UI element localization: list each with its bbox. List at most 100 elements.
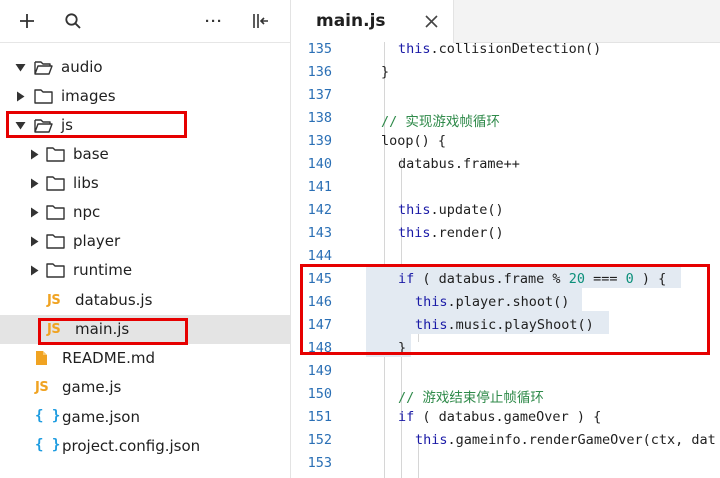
folder-icon — [46, 176, 65, 191]
line-number: 149 — [307, 363, 332, 379]
chevron-right-icon — [31, 207, 39, 218]
tree-item-label: runtime — [73, 261, 133, 279]
tree-item-label: README.md — [62, 349, 156, 367]
chevron-down-icon — [15, 64, 26, 72]
tree-file-databus-js[interactable]: JS databus.js — [0, 286, 290, 315]
folder-icon — [34, 89, 53, 104]
tree-folder-libs[interactable]: libs — [0, 169, 290, 198]
line-code: if ( databus.gameOver ) { — [398, 409, 601, 425]
tree-folder-images[interactable]: images — [0, 82, 290, 111]
keyword-token: this — [398, 225, 431, 241]
annotation-box-main-js — [38, 318, 188, 345]
code-line: 149 — [291, 361, 720, 384]
line-number: 140 — [307, 156, 332, 172]
tree-item-label: databus.js — [75, 291, 153, 309]
tree-item-label: base — [73, 145, 109, 163]
tab-main-js[interactable]: main.js — [291, 0, 454, 43]
line-number: 144 — [307, 248, 332, 264]
folder-icon — [46, 147, 65, 162]
js-file-icon: JS — [47, 293, 61, 308]
code-line: 136 } — [291, 62, 720, 85]
search-icon[interactable] — [60, 8, 86, 34]
tab-title: main.js — [316, 11, 386, 31]
line-number: 151 — [307, 409, 332, 425]
line-code: this.update() — [398, 202, 504, 218]
tree-item-label: game.js — [62, 378, 122, 396]
tree-item-label: player — [73, 232, 121, 250]
folder-icon — [46, 234, 65, 249]
tree-file-project-config-json[interactable]: { } project.config.json — [0, 432, 290, 461]
line-number: 143 — [307, 225, 332, 241]
close-icon[interactable] — [425, 15, 438, 28]
code-line: 138 // 实现游戏帧循环 — [291, 108, 720, 131]
line-code: this.collisionDetection() — [398, 41, 601, 57]
chevron-right-icon — [31, 178, 39, 189]
keyword-token: this — [398, 202, 431, 218]
line-number: 141 — [307, 179, 332, 195]
tree-folder-runtime[interactable]: runtime — [0, 256, 290, 285]
tree-folder-base[interactable]: base — [0, 140, 290, 169]
line-number: 136 — [307, 64, 332, 80]
line-code: this.gameinfo.renderGameOver(ctx, dat — [415, 432, 716, 448]
tree-item-label: game.json — [62, 408, 140, 426]
line-number: 135 — [307, 41, 332, 57]
json-file-icon: { } — [35, 408, 61, 424]
js-file-icon: JS — [35, 380, 49, 395]
code-editor: main.js 135 this.collisionDetection() 13… — [291, 0, 720, 478]
keyword-token: this — [398, 41, 431, 57]
code-comment: // 实现游戏帧循环 — [381, 114, 500, 130]
markdown-file-icon — [36, 351, 47, 365]
tree-file-readme-md[interactable]: README.md — [0, 344, 290, 373]
line-number: 138 — [307, 110, 332, 126]
code-line: 142 this.update() — [291, 200, 720, 223]
line-code: this.render() — [398, 225, 504, 241]
plus-icon[interactable] — [14, 8, 40, 34]
folder-icon — [46, 263, 65, 278]
tree-folder-audio[interactable]: audio — [0, 53, 290, 82]
line-number: 153 — [307, 455, 332, 471]
more-options-button[interactable]: ··· — [201, 8, 227, 34]
tree-folder-player[interactable]: player — [0, 227, 290, 256]
chevron-right-icon — [31, 236, 39, 247]
line-code: } — [381, 64, 390, 80]
tree-item-label: libs — [73, 174, 99, 192]
tree-folder-npc[interactable]: npc — [0, 198, 290, 227]
code-rest: ( databus.gameOver ) { — [414, 409, 602, 425]
chevron-right-icon — [31, 149, 39, 160]
tree-item-label: npc — [73, 203, 101, 221]
keyword-token: this — [415, 432, 448, 448]
tree-file-game-json[interactable]: { } game.json — [0, 403, 290, 432]
tree-item-label: audio — [61, 58, 103, 76]
line-number: 137 — [307, 87, 332, 103]
code-rest: .update() — [430, 202, 504, 218]
code-line: 139 loop() { — [291, 131, 720, 154]
json-file-icon: { } — [35, 437, 61, 453]
code-line: 151 if ( databus.gameOver ) { — [291, 407, 720, 430]
code-line: 141 — [291, 177, 720, 200]
tree-item-label: images — [61, 87, 116, 105]
file-explorer-sidebar: ··· audio images js base libs npc player… — [0, 0, 291, 478]
line-number: 150 — [307, 386, 332, 402]
code-line: 153 — [291, 453, 720, 476]
code-rest: .gameinfo.renderGameOver(ctx, dat — [447, 432, 716, 448]
tree-file-game-js[interactable]: JS game.js — [0, 373, 290, 402]
code-line: 135 this.collisionDetection() — [291, 39, 720, 62]
explorer-toolbar: ··· — [0, 0, 290, 43]
line-code: databus.frame++ — [398, 156, 520, 172]
annotation-box-code-block — [300, 264, 710, 355]
chevron-right-icon — [31, 265, 39, 276]
code-area[interactable]: 135 this.collisionDetection() 136 } 137 … — [291, 39, 720, 478]
annotation-box-js-folder — [6, 111, 187, 138]
code-rest: .collisionDetection() — [430, 41, 602, 57]
tree-item-label: project.config.json — [62, 437, 201, 455]
folder-icon — [46, 205, 65, 220]
line-number: 139 — [307, 133, 332, 149]
line-number: 142 — [307, 202, 332, 218]
code-rest: .render() — [430, 225, 504, 241]
more-options-label: ··· — [205, 12, 223, 30]
code-line: 137 — [291, 85, 720, 108]
code-line: 140 databus.frame++ — [291, 154, 720, 177]
collapse-panel-icon[interactable] — [248, 8, 274, 34]
folder-open-icon — [34, 61, 53, 75]
code-line: 152 this.gameinfo.renderGameOver(ctx, da… — [291, 430, 720, 453]
